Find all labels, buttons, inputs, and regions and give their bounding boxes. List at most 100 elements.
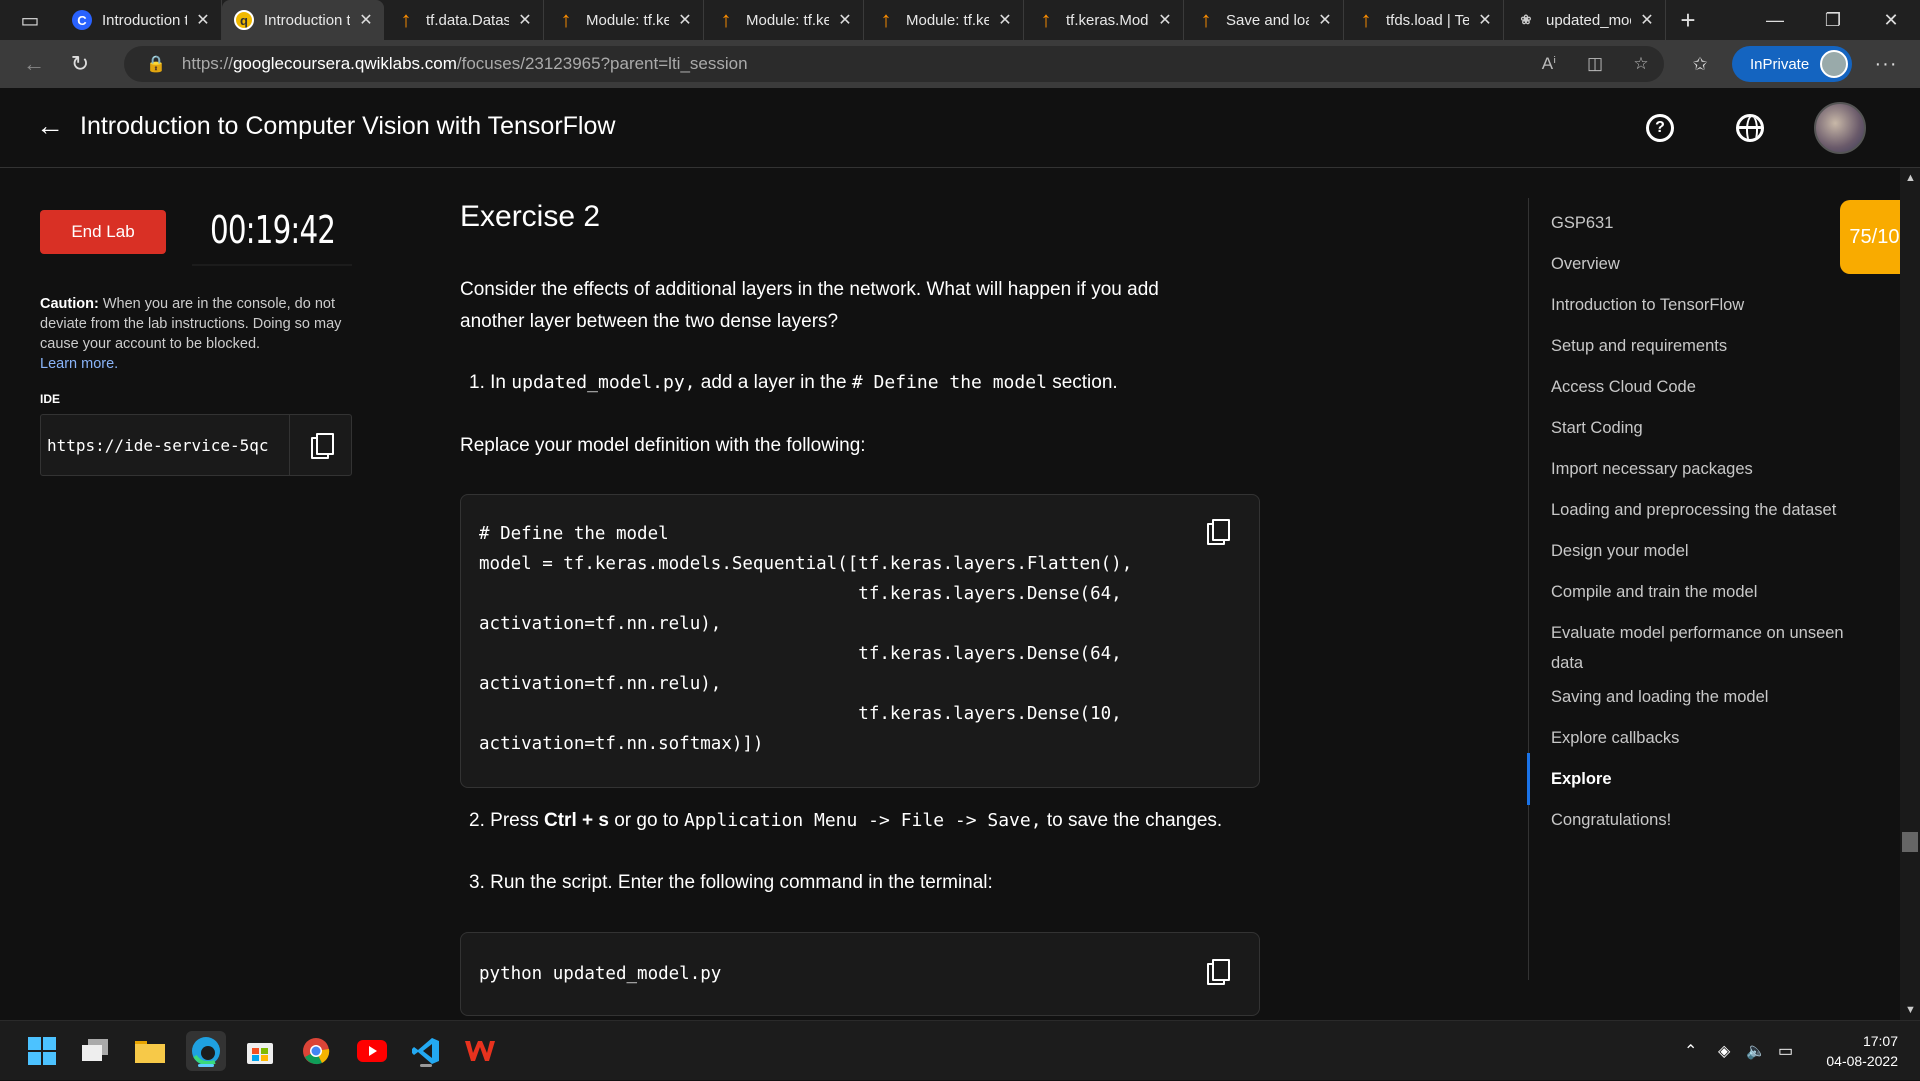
scroll-thumb[interactable] bbox=[1902, 832, 1918, 852]
browser-tab[interactable]: ↑ tfds.load | TensorFlow ✕ bbox=[1344, 0, 1504, 40]
browser-tab[interactable]: ↑ Module: tf.keras ✕ bbox=[704, 0, 864, 40]
back-arrow-icon[interactable]: ← bbox=[12, 42, 56, 86]
toc-item[interactable]: Explore callbacks bbox=[1551, 723, 1871, 753]
toc-item[interactable]: Access Cloud Code bbox=[1551, 372, 1871, 402]
close-tab-icon[interactable]: ✕ bbox=[1155, 10, 1175, 30]
scroll-down-arrow-icon[interactable]: ▼ bbox=[1905, 1004, 1916, 1016]
minimize-icon[interactable]: — bbox=[1746, 0, 1804, 40]
inline-code: # Define the model bbox=[851, 372, 1047, 393]
learn-more-link[interactable]: Learn more. bbox=[40, 354, 360, 374]
edge-browser-icon[interactable] bbox=[186, 1031, 226, 1071]
toc-item[interactable]: Explore bbox=[1551, 764, 1871, 794]
copy-code-button[interactable] bbox=[1207, 959, 1233, 987]
browser-tab[interactable]: ↑ Save and load ✕ bbox=[1184, 0, 1344, 40]
show-hidden-icons[interactable]: ⌃ bbox=[1684, 1021, 1697, 1081]
tab-title: Module: tf.keras bbox=[746, 11, 829, 29]
timer-divider bbox=[192, 264, 352, 266]
browser-tab[interactable]: ↑ Module: tf.keras ✕ bbox=[864, 0, 1024, 40]
chrome-icon[interactable] bbox=[296, 1031, 336, 1071]
code-block-model: # Define the model model = tf.keras.mode… bbox=[460, 494, 1260, 788]
lock-icon: 🔒 bbox=[146, 56, 166, 73]
wifi-icon[interactable]: ◈ bbox=[1718, 1021, 1730, 1081]
url-field[interactable]: 🔒 https://googlecoursera.qwiklabs.com/fo… bbox=[124, 46, 1664, 82]
file-explorer-icon[interactable] bbox=[130, 1031, 170, 1071]
close-tab-icon[interactable]: ✕ bbox=[675, 10, 695, 30]
browser-tab[interactable]: ↑ tf.data.Dataset ✕ bbox=[384, 0, 544, 40]
page-scrollbar[interactable]: ▲ ▼ bbox=[1900, 168, 1920, 1020]
browser-tab[interactable]: C Introduction to Computer ✕ bbox=[60, 0, 222, 40]
toc-item[interactable]: Loading and preprocessing the dataset bbox=[1551, 495, 1871, 525]
user-avatar[interactable] bbox=[1814, 102, 1866, 154]
caution-note: Caution: When you are in the console, do… bbox=[40, 294, 360, 374]
intro-line-1: Consider the effects of additional layer… bbox=[460, 279, 1159, 300]
copy-code-button[interactable] bbox=[1207, 519, 1233, 547]
step-text: add a layer in the bbox=[700, 372, 847, 393]
tab-actions-icon[interactable]: ▭ bbox=[0, 0, 60, 40]
step-text: to save the changes. bbox=[1046, 810, 1223, 831]
new-tab-button[interactable]: + bbox=[1666, 5, 1710, 36]
wps-office-icon[interactable] bbox=[460, 1031, 500, 1071]
tab-title: tfds.load | TensorFlow bbox=[1386, 11, 1469, 29]
tab-title: updated_model.py bbox=[1546, 11, 1631, 29]
code-text[interactable]: python updated_model.py bbox=[479, 959, 721, 989]
app-available-icon[interactable]: ◫ bbox=[1572, 54, 1618, 74]
tab-title: Module: tf.keras bbox=[906, 11, 989, 29]
tab-title: Introduction to Computer bbox=[264, 11, 350, 29]
volume-icon[interactable]: 🔈 bbox=[1746, 1021, 1766, 1081]
toc-item[interactable]: Saving and loading the model bbox=[1551, 682, 1871, 712]
close-tab-icon[interactable]: ✕ bbox=[515, 10, 535, 30]
toc-item[interactable]: Design your model bbox=[1551, 536, 1871, 566]
step-text: or go to bbox=[614, 810, 679, 831]
toc-item[interactable]: Evaluate model performance on unseen dat… bbox=[1551, 618, 1871, 678]
browser-tab[interactable]: q Introduction to Computer ✕ bbox=[222, 0, 384, 40]
browser-tab[interactable]: ↑ Module: tf.keras ✕ bbox=[544, 0, 704, 40]
intro-paragraph: Consider the effects of additional layer… bbox=[460, 274, 1159, 338]
close-tab-icon[interactable]: ✕ bbox=[995, 10, 1015, 30]
read-aloud-icon[interactable]: Aⁱ bbox=[1526, 54, 1572, 74]
scroll-up-arrow-icon[interactable]: ▲ bbox=[1905, 172, 1916, 184]
youtube-icon[interactable] bbox=[352, 1031, 392, 1071]
replace-instruction: Replace your model definition with the f… bbox=[460, 435, 866, 456]
vscode-icon[interactable] bbox=[406, 1031, 446, 1071]
battery-icon[interactable]: ▭ bbox=[1778, 1021, 1793, 1081]
copy-ide-url-button[interactable] bbox=[289, 415, 351, 475]
tab-title: tf.data.Dataset bbox=[426, 11, 509, 29]
tab-title: Save and load bbox=[1226, 11, 1309, 29]
back-arrow-icon[interactable]: ← bbox=[36, 110, 64, 142]
browser-tab[interactable]: ❀ updated_model.py ✕ bbox=[1504, 0, 1666, 40]
ide-url-value[interactable]: https://ide-service-5qc bbox=[41, 436, 291, 455]
close-tab-icon[interactable]: ✕ bbox=[356, 10, 376, 30]
close-window-icon[interactable]: ✕ bbox=[1862, 0, 1920, 40]
more-options-icon[interactable]: ··· bbox=[1866, 48, 1906, 80]
toc-item[interactable]: Compile and train the model bbox=[1551, 577, 1871, 607]
toc-item[interactable]: Import necessary packages bbox=[1551, 454, 1871, 484]
restore-icon[interactable]: ❐ bbox=[1804, 0, 1862, 40]
windows-start-icon[interactable] bbox=[22, 1031, 62, 1071]
table-of-contents: GSP631 Overview Introduction to TensorFlow… bbox=[1527, 198, 1888, 980]
toc-item[interactable]: Setup and requirements bbox=[1551, 331, 1871, 361]
browser-tab[interactable]: ↑ tf.keras.Model ✕ bbox=[1024, 0, 1184, 40]
end-lab-button[interactable]: End Lab bbox=[40, 210, 166, 254]
toc-item[interactable]: Overview bbox=[1551, 249, 1871, 279]
tensorflow-icon: ↑ bbox=[720, 7, 732, 32]
task-view-icon[interactable] bbox=[76, 1031, 116, 1071]
toc-item[interactable]: Congratulations! bbox=[1551, 805, 1871, 835]
toc-item[interactable]: GSP631 bbox=[1551, 208, 1871, 238]
toc-item[interactable]: Start Coding bbox=[1551, 413, 1871, 443]
refresh-icon[interactable]: ↻ bbox=[58, 42, 102, 86]
language-globe-icon[interactable] bbox=[1736, 114, 1764, 142]
close-tab-icon[interactable]: ✕ bbox=[193, 10, 213, 30]
inprivate-button[interactable]: InPrivate bbox=[1732, 46, 1852, 82]
microsoft-store-icon[interactable] bbox=[240, 1031, 280, 1071]
close-tab-icon[interactable]: ✕ bbox=[1315, 10, 1335, 30]
code-text[interactable]: # Define the model model = tf.keras.mode… bbox=[479, 519, 1132, 759]
close-tab-icon[interactable]: ✕ bbox=[1637, 10, 1657, 30]
favorites-icon[interactable]: ✩ bbox=[1680, 48, 1720, 80]
close-tab-icon[interactable]: ✕ bbox=[835, 10, 855, 30]
close-tab-icon[interactable]: ✕ bbox=[1475, 10, 1495, 30]
address-bar-row: ← ↻ 🔒 https://googlecoursera.qwiklabs.co… bbox=[0, 40, 1920, 88]
add-favorite-icon[interactable]: ☆ bbox=[1618, 54, 1664, 74]
toc-item[interactable]: Introduction to TensorFlow bbox=[1551, 290, 1871, 320]
help-icon[interactable]: ? bbox=[1646, 114, 1674, 142]
system-clock[interactable]: 17:07 04-08-2022 bbox=[1826, 1031, 1898, 1071]
